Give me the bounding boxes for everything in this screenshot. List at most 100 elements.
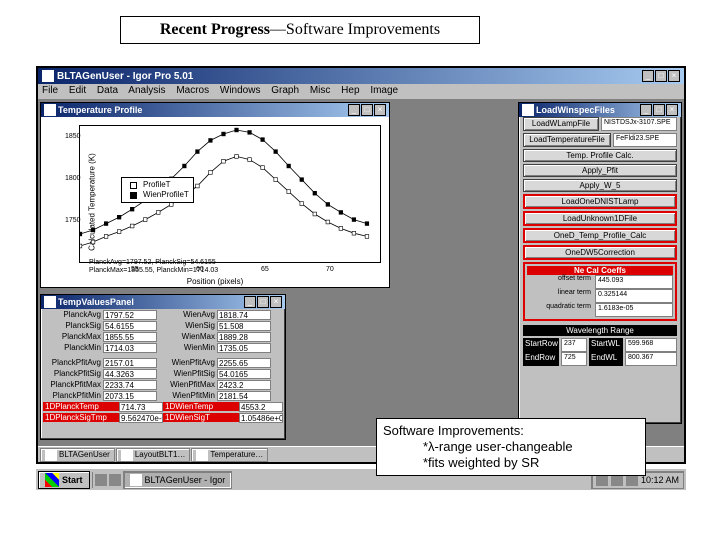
chart-max-button[interactable]: □ xyxy=(361,104,373,116)
menu-misc[interactable]: Misc xyxy=(310,85,331,96)
menu-image[interactable]: Image xyxy=(370,85,398,96)
chart-legend: ProfileT WienProfileT xyxy=(121,177,194,203)
tvp-hl-label: 1DWienTemp xyxy=(163,402,239,411)
load-w-lamp-button[interactable]: LoadWLampFile xyxy=(523,117,599,131)
tvp-label: PlanckAvg xyxy=(43,310,103,319)
menu-data[interactable]: Data xyxy=(97,85,118,96)
tvp-value[interactable]: 54.6155 xyxy=(103,321,157,331)
chart-close-button[interactable]: × xyxy=(374,104,386,116)
tvp-label: WienMax xyxy=(157,332,217,341)
maximize-button[interactable]: □ xyxy=(655,70,667,82)
tvp-value[interactable]: 2255.65 xyxy=(217,358,271,368)
wavelength-range-title: Wavelength Range xyxy=(523,325,677,336)
tvp-value[interactable]: 1797.52 xyxy=(103,310,157,320)
ne-row-value[interactable]: 0.325144 xyxy=(595,289,673,303)
doc-tab-2[interactable]: Temperature… xyxy=(191,448,268,462)
menu-graph[interactable]: Graph xyxy=(271,85,299,96)
tvp-titlebar[interactable]: TempValuesPanel _□× xyxy=(41,295,285,309)
ne-row-label: linear term xyxy=(527,289,593,303)
tvp-close-button[interactable]: × xyxy=(270,296,282,308)
wl-label: EndRow xyxy=(523,352,559,366)
tvp-max-button[interactable]: □ xyxy=(257,296,269,308)
menu-hep[interactable]: Hep xyxy=(341,85,359,96)
menu-analysis[interactable]: Analysis xyxy=(128,85,165,96)
tvp-value[interactable]: 2233.74 xyxy=(103,380,157,390)
app-titlebar[interactable]: BLTAGenUser - Igor Pro 5.01 _ □ × xyxy=(38,68,684,84)
tvp-value[interactable]: 54.0165 xyxy=(217,369,271,379)
tvp-value[interactable]: 2423.2 xyxy=(217,380,271,390)
menu-edit[interactable]: Edit xyxy=(69,85,86,96)
tvp-value[interactable]: 1855.55 xyxy=(103,332,157,342)
temp-file-field[interactable]: FeFldi23.SPE xyxy=(613,133,677,147)
tvp-value[interactable]: 1889.28 xyxy=(217,332,271,342)
load-winspec-panel: LoadWinspecFiles _□× LoadWLampFileNISTDS… xyxy=(518,102,682,424)
doc-tab-1[interactable]: LayoutBLT1… xyxy=(116,448,191,462)
wl-value[interactable]: 800.367 xyxy=(625,352,677,366)
doc-tab-0[interactable]: BLTAGenUser xyxy=(40,448,115,462)
tvp-value[interactable]: 51.508 xyxy=(217,321,271,331)
menu-windows[interactable]: Windows xyxy=(220,85,261,96)
tvp-value[interactable]: 1818.74 xyxy=(217,310,271,320)
quicklaunch-icon[interactable] xyxy=(95,474,107,486)
oned-temp-calc-button[interactable]: OneD_Temp_Profile_Calc xyxy=(523,228,677,243)
slide-title-bold: Recent Progress xyxy=(160,21,270,38)
xtick: 65 xyxy=(261,266,269,273)
tvp-hl-value[interactable]: 1.05486e+06 xyxy=(239,413,283,423)
minimize-button[interactable]: _ xyxy=(642,70,654,82)
footnote-line-0: PlanckAvg=1797.52, PlanckSig=54.6155 xyxy=(89,259,218,267)
tvp-hl-value[interactable]: 714.73 xyxy=(119,402,163,412)
lwp-window-icon xyxy=(522,104,534,116)
temp-profile-calc-button[interactable]: Temp. Profile Calc. xyxy=(523,149,677,162)
lwp-titlebar[interactable]: LoadWinspecFiles _□× xyxy=(519,103,681,117)
quicklaunch-icon[interactable] xyxy=(109,474,121,486)
slide-title: Recent Progress—Software Improvements xyxy=(120,16,480,44)
tvp-value[interactable]: 1735.05 xyxy=(217,343,271,353)
callout-line-1: *λ-range user-changeable xyxy=(383,439,639,455)
tvp-value[interactable]: 2181.54 xyxy=(217,391,271,401)
load-nist-lamp-button[interactable]: LoadOneDNISTLamp xyxy=(523,194,677,209)
tvp-label: WienPfitMax xyxy=(157,380,217,389)
menu-macros[interactable]: Macros xyxy=(176,85,209,96)
chart-titlebar[interactable]: Temperature Profile _□× xyxy=(41,103,389,117)
tvp-value[interactable]: 2157.01 xyxy=(103,358,157,368)
legend-marker-solid-icon xyxy=(126,191,140,199)
apply-w5-button[interactable]: Apply_W_5 xyxy=(523,179,677,192)
task-igor[interactable]: BLTAGenUser - Igor xyxy=(123,471,233,489)
tvp-value[interactable]: 44.3263 xyxy=(103,369,157,379)
lwp-max-button[interactable]: □ xyxy=(653,104,665,116)
tvp-label: WienPfitMin xyxy=(157,391,217,400)
apply-pfit-button[interactable]: Apply_Pfit xyxy=(523,164,677,177)
app-title: BLTAGenUser - Igor Pro 5.01 xyxy=(57,71,639,82)
load-unknown-1d-button[interactable]: LoadUnknown1DFile xyxy=(523,211,677,226)
tvp-body: PlanckAvg1797.52WienAvg1818.74PlanckSig5… xyxy=(43,309,283,437)
lamp-file-field[interactable]: NISTDSJx-3107.SPE xyxy=(601,117,677,131)
tvp-label: WienPfitAvg xyxy=(157,358,217,367)
tvp-hl-value[interactable]: 9.562470e-08 xyxy=(119,413,163,423)
chart-xlabel: Position (pixels) xyxy=(187,277,243,286)
menu-file[interactable]: File xyxy=(42,85,58,96)
wl-value[interactable]: 725 xyxy=(561,352,587,366)
tvp-hl-label: 1DPlanckSigTmp xyxy=(43,413,119,422)
footnote-line-1: PlanckMax=1855.55, PlanckMin=1714.03 xyxy=(89,267,218,275)
tvp-label: WienAvg xyxy=(157,310,217,319)
menubar[interactable]: File Edit Data Analysis Macros Windows G… xyxy=(38,84,684,100)
lwp-min-button[interactable]: _ xyxy=(640,104,652,116)
load-temp-file-button[interactable]: LoadTemperatureFile xyxy=(523,133,611,147)
tvp-value[interactable]: 2073.15 xyxy=(103,391,157,401)
lwp-close-button[interactable]: × xyxy=(666,104,678,116)
app-window: BLTAGenUser - Igor Pro 5.01 _ □ × File E… xyxy=(36,66,686,464)
oned-w5-corr-button[interactable]: OneDW5Correction xyxy=(523,245,677,260)
tvp-hl-value[interactable]: 4553.2 xyxy=(239,402,283,412)
tvp-value[interactable]: 1714.03 xyxy=(103,343,157,353)
chart-min-button[interactable]: _ xyxy=(348,104,360,116)
ne-row-value[interactable]: 1.6183e-05 xyxy=(595,303,673,317)
slide-title-rest: —Software Improvements xyxy=(270,21,440,38)
lwp-body: LoadWLampFileNISTDSJx-3107.SPE LoadTempe… xyxy=(523,117,677,421)
start-button[interactable]: Start xyxy=(38,471,90,489)
ytick: 1750 xyxy=(65,217,77,224)
wl-value[interactable]: 599.968 xyxy=(625,338,677,352)
tvp-min-button[interactable]: _ xyxy=(244,296,256,308)
close-button[interactable]: × xyxy=(668,70,680,82)
wl-value[interactable]: 237 xyxy=(561,338,587,352)
ne-row-value[interactable]: 445.093 xyxy=(595,275,673,289)
